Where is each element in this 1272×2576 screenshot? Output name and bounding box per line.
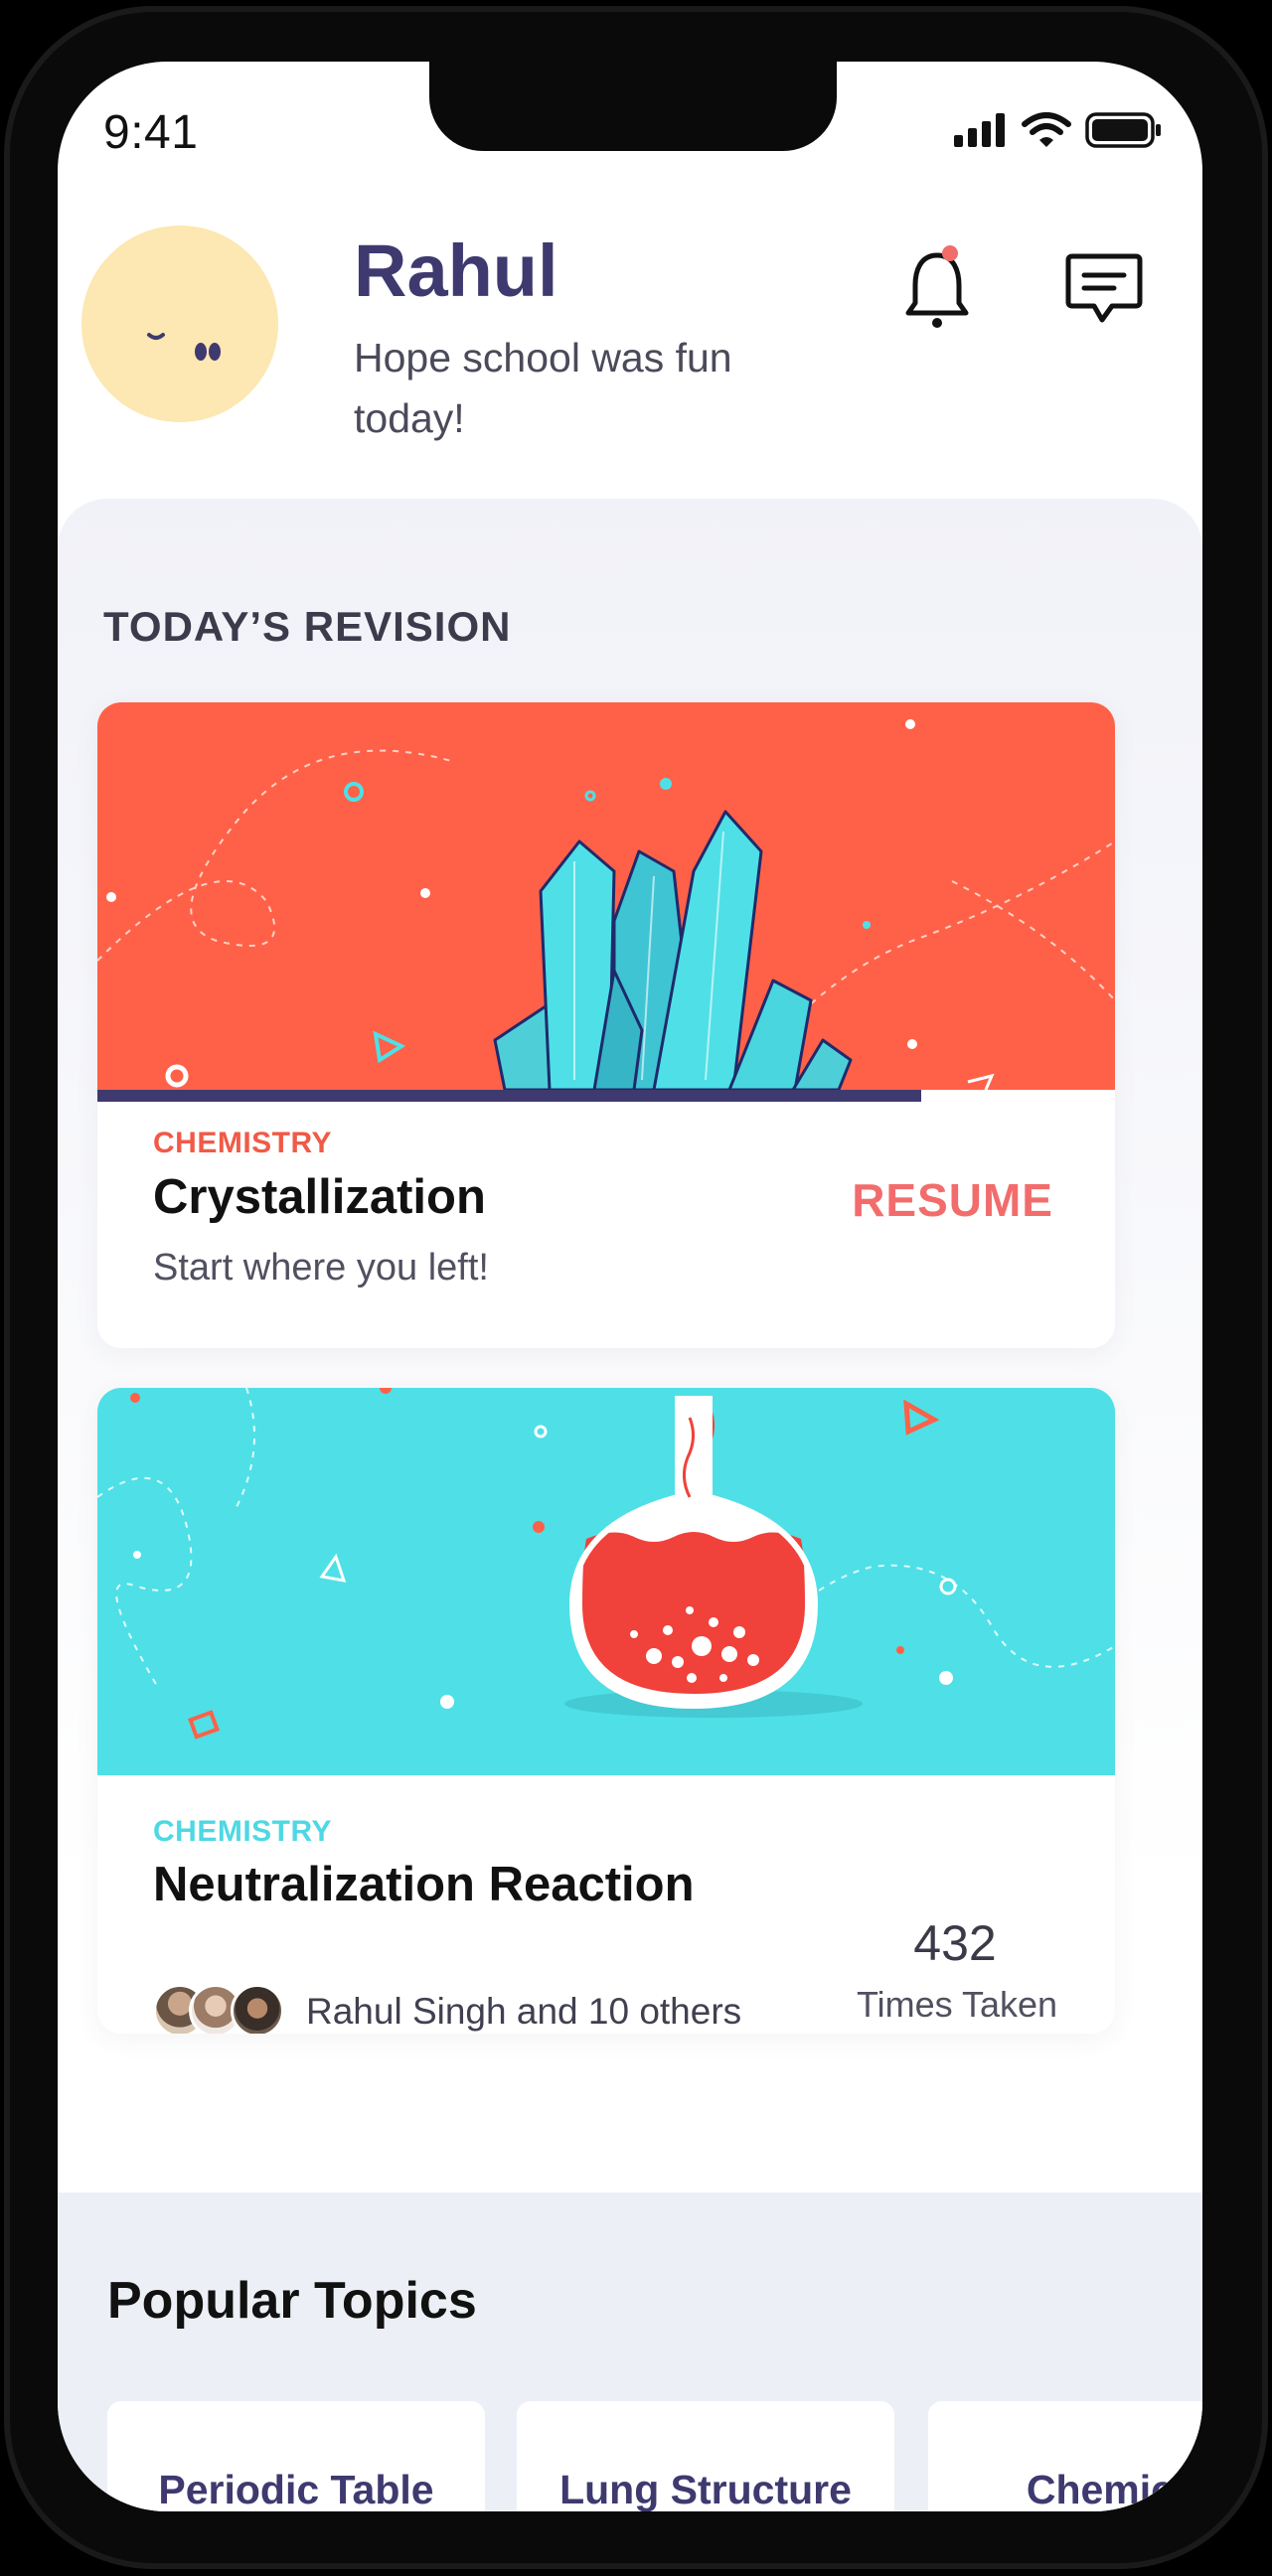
avatar[interactable]: [81, 226, 278, 422]
subject-label: CHEMISTRY: [153, 1815, 333, 1848]
times-taken-count: 432: [913, 1915, 997, 1971]
participants-text: Rahul Singh and 10 others: [306, 1991, 742, 2032]
status-icons: [952, 111, 1163, 149]
card-title: Neutralization Reaction: [153, 1858, 695, 1911]
greeting-subtitle: Hope school was fun today!: [354, 335, 732, 441]
phone-device: 9:41 Rahul Hope school was fun today! TO…: [0, 0, 1272, 2576]
resume-button[interactable]: RESUME: [852, 1173, 1053, 1227]
participant-avatar: [231, 1984, 284, 2034]
topic-card-lung-structure[interactable]: Lung Structure: [517, 2401, 894, 2511]
topic-card-chemical[interactable]: Chemical: [928, 2401, 1202, 2511]
device-notch: [429, 62, 837, 151]
bell-icon: [905, 245, 969, 328]
subject-label: CHEMISTRY: [153, 1127, 333, 1159]
chat-icon: [1065, 253, 1143, 323]
user-name: Rahul: [354, 229, 558, 312]
notifications-button[interactable]: [892, 240, 982, 340]
status-time: 9:41: [103, 106, 199, 159]
section-title-revision: TODAY’S REVISION: [103, 603, 512, 650]
progress-track: [97, 1090, 1115, 1102]
app-screen: 9:41 Rahul Hope school was fun today! TO…: [58, 62, 1202, 2511]
cellular-signal-icon: [954, 113, 1005, 147]
progress-fill: [97, 1090, 922, 1102]
messages-button[interactable]: [1059, 240, 1149, 340]
participant-avatars: [153, 1984, 292, 2034]
topic-card-periodic-table[interactable]: Periodic Table: [107, 2401, 485, 2511]
card-description: Start where you left!: [153, 1247, 489, 1288]
avatar-face-icon: [147, 333, 221, 361]
topic-label: Periodic Table: [158, 2467, 434, 2511]
topic-label: Chemical: [1026, 2467, 1202, 2511]
flask-illustration: [97, 1388, 1115, 1775]
times-taken-label: Times Taken: [856, 1984, 1058, 2025]
card-title: Crystallization: [153, 1170, 486, 1224]
popular-topics-title: Popular Topics: [107, 2272, 477, 2330]
revision-card-crystallization[interactable]: CHEMISTRY Crystallization Start where yo…: [97, 702, 1115, 1348]
revision-card-neutralization[interactable]: CHEMISTRY Neutralization Reaction Rahul …: [97, 1388, 1115, 2034]
wifi-icon: [1022, 112, 1071, 147]
battery-icon: [1085, 112, 1161, 148]
crystal-illustration: [97, 702, 1115, 1090]
topic-label: Lung Structure: [559, 2467, 852, 2511]
